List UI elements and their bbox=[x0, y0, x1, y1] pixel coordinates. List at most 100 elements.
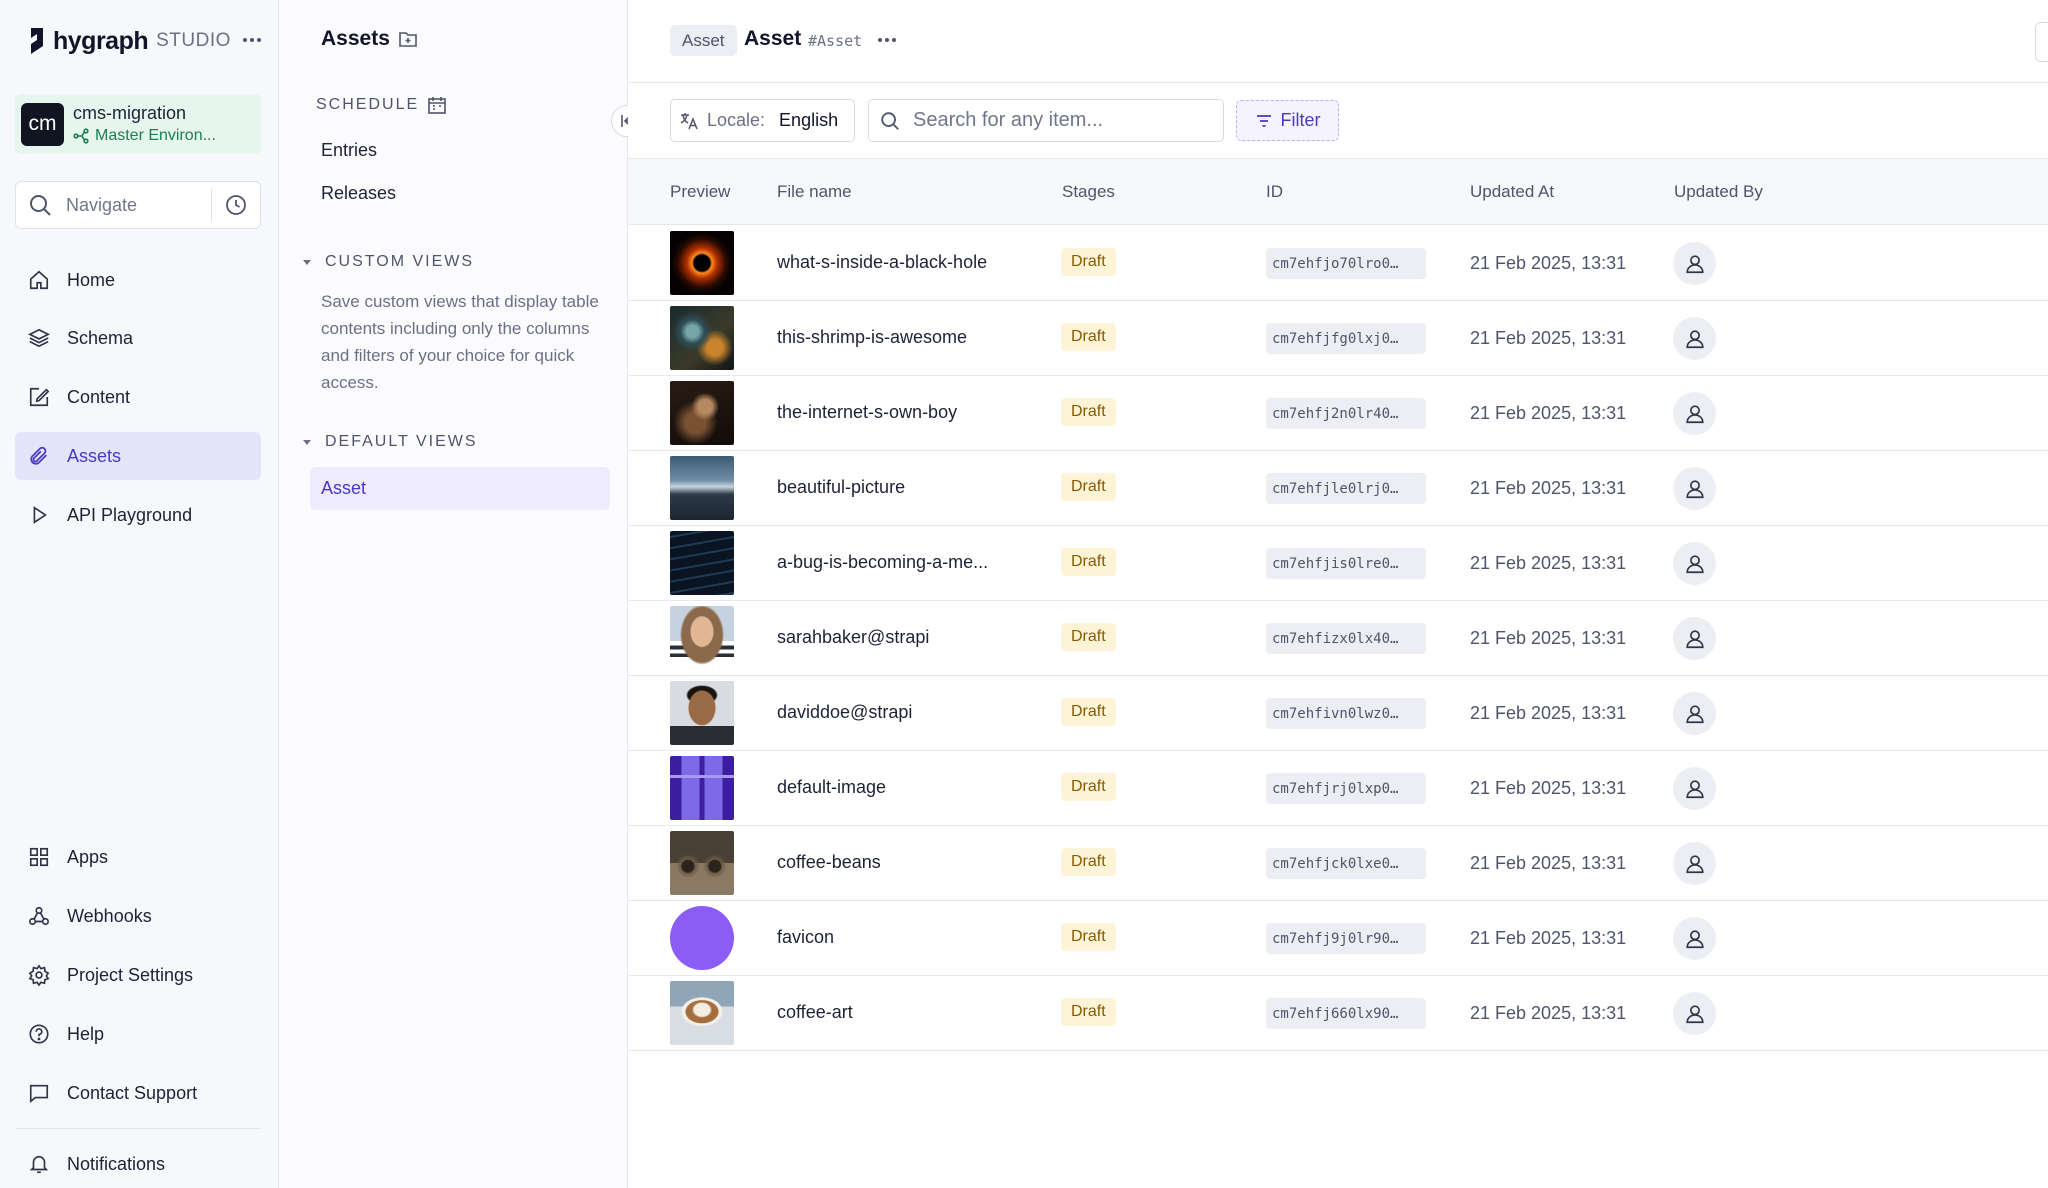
nav-label: Notifications bbox=[67, 1153, 166, 1174]
column-header-file-name[interactable]: File name bbox=[777, 182, 852, 202]
asset-id[interactable]: cm7ehfjrj0lxp0… bbox=[1266, 773, 1426, 804]
table-row[interactable]: sarahbaker@strapi Draft cm7ehfizx0lx40… … bbox=[628, 601, 2048, 676]
column-header-preview[interactable]: Preview bbox=[670, 182, 730, 202]
schedule-link-entries[interactable]: Entries bbox=[321, 140, 377, 161]
nav-item-assets[interactable]: Assets bbox=[15, 432, 261, 480]
nav-item-project-settings[interactable]: Project Settings bbox=[15, 951, 261, 999]
header-action-button[interactable] bbox=[2035, 22, 2048, 62]
paperclip-icon bbox=[27, 444, 51, 468]
stage-badge: Draft bbox=[1061, 398, 1116, 426]
main-content: Asset Asset #Asset Locale: English Filte… bbox=[628, 0, 2048, 1188]
nav-item-help[interactable]: Help bbox=[15, 1010, 261, 1058]
default-views-heading[interactable]: DEFAULT VIEWS bbox=[303, 433, 478, 451]
nav-item-content[interactable]: Content bbox=[15, 373, 261, 421]
nav-item-schema[interactable]: Schema bbox=[15, 314, 261, 362]
logo-text: hygraph bbox=[53, 26, 149, 55]
nav-item-notifications[interactable]: Notifications bbox=[15, 1140, 261, 1188]
schedule-link-releases[interactable]: Releases bbox=[321, 183, 396, 204]
nav-item-webhooks[interactable]: Webhooks bbox=[15, 892, 261, 940]
table-row[interactable]: default-image Draft cm7ehfjrj0lxp0… 21 F… bbox=[628, 751, 2048, 826]
hygraph-logo[interactable]: hygraph STUDIO bbox=[27, 24, 231, 58]
file-name: favicon bbox=[777, 927, 835, 947]
asset-id[interactable]: cm7ehfjfg0lxj0… bbox=[1266, 323, 1426, 354]
hygraph-logo-icon bbox=[31, 28, 43, 54]
asset-id[interactable]: cm7ehfjis0lre0… bbox=[1266, 548, 1426, 579]
table-row[interactable]: the-internet-s-own-boy Draft cm7ehfj2n0l… bbox=[628, 376, 2048, 451]
asset-id[interactable]: cm7ehfjle0lrj0… bbox=[1266, 473, 1426, 504]
default-view-asset[interactable]: Asset bbox=[310, 467, 610, 510]
column-header-updated-at[interactable]: Updated At bbox=[1470, 182, 1554, 202]
nav-label: Home bbox=[67, 269, 116, 290]
schedule-heading: SCHEDULE bbox=[316, 95, 447, 115]
asset-id[interactable]: cm7ehfj2n0lr40… bbox=[1266, 398, 1426, 429]
translate-icon bbox=[680, 112, 698, 129]
search-input[interactable] bbox=[913, 109, 1213, 132]
updated-at: 21 Feb 2025, 13:31 bbox=[1470, 628, 1627, 648]
edit-icon bbox=[27, 385, 51, 409]
user-avatar bbox=[1673, 767, 1716, 810]
stage-badge: Draft bbox=[1061, 473, 1116, 501]
filter-label: Filter bbox=[1280, 110, 1321, 130]
asset-id[interactable]: cm7ehfjo70lro0… bbox=[1266, 248, 1426, 279]
add-folder-icon[interactable] bbox=[398, 29, 418, 49]
asset-id[interactable]: cm7ehfivn0lwz0… bbox=[1266, 698, 1426, 729]
history-icon[interactable] bbox=[212, 182, 260, 228]
nav-label: Assets bbox=[67, 445, 122, 466]
table-row[interactable]: daviddoe@strapi Draft cm7ehfivn0lwz0… 21… bbox=[628, 676, 2048, 751]
asset-thumbnail bbox=[670, 906, 734, 970]
table-row[interactable]: coffee-beans Draft cm7ehfjck0lxe0… 21 Fe… bbox=[628, 826, 2048, 901]
column-header-updated-by[interactable]: Updated By bbox=[1674, 182, 1763, 202]
table-row[interactable]: what-s-inside-a-black-hole Draft cm7ehfj… bbox=[628, 226, 2048, 301]
nav-item-contact-support[interactable]: Contact Support bbox=[15, 1069, 261, 1117]
table-header: Preview File name Stages ID Updated At U… bbox=[628, 159, 2048, 225]
nav-item-api-playground[interactable]: API Playground bbox=[15, 491, 261, 539]
asset-thumbnail bbox=[670, 231, 734, 295]
asset-id[interactable]: cm7ehfj9j0lr90… bbox=[1266, 923, 1426, 954]
navigate-search[interactable]: Navigate bbox=[15, 181, 261, 229]
chevron-down-icon bbox=[303, 259, 311, 265]
custom-views-heading-label: CUSTOM VIEWS bbox=[325, 253, 475, 270]
column-header-stages[interactable]: Stages bbox=[1062, 182, 1115, 202]
asset-id[interactable]: cm7ehfizx0lx40… bbox=[1266, 623, 1426, 654]
asset-thumbnail bbox=[670, 981, 734, 1045]
nav-label: API Playground bbox=[67, 504, 193, 525]
nav-item-home[interactable]: Home bbox=[15, 256, 261, 304]
locale-selector[interactable]: Locale: English bbox=[670, 99, 855, 142]
updated-at: 21 Feb 2025, 13:31 bbox=[1470, 478, 1627, 498]
gear-icon bbox=[27, 963, 51, 987]
layers-icon bbox=[27, 326, 51, 350]
asset-thumbnail bbox=[670, 831, 734, 895]
table-row[interactable]: favicon Draft cm7ehfj9j0lr90… 21 Feb 202… bbox=[628, 901, 2048, 976]
table-row[interactable]: this-shrimp-is-awesome Draft cm7ehfjfg0l… bbox=[628, 301, 2048, 376]
stage-badge: Draft bbox=[1061, 848, 1116, 876]
search-box bbox=[868, 99, 1224, 142]
updated-at: 21 Feb 2025, 13:31 bbox=[1470, 928, 1627, 948]
stage-badge: Draft bbox=[1061, 548, 1116, 576]
user-icon bbox=[1685, 329, 1704, 348]
file-name: this-shrimp-is-awesome bbox=[777, 327, 968, 347]
asset-id[interactable]: cm7ehfj660lx90… bbox=[1266, 998, 1426, 1029]
updated-at: 21 Feb 2025, 13:31 bbox=[1470, 1003, 1627, 1023]
asset-id[interactable]: cm7ehfjck0lxe0… bbox=[1266, 848, 1426, 879]
updated-at: 21 Feb 2025, 13:31 bbox=[1470, 778, 1627, 798]
filter-button[interactable]: Filter bbox=[1236, 100, 1339, 141]
custom-views-heading[interactable]: CUSTOM VIEWS bbox=[303, 253, 474, 271]
more-icon[interactable] bbox=[240, 28, 264, 52]
column-header-id[interactable]: ID bbox=[1266, 182, 1283, 202]
table-row[interactable]: coffee-art Draft cm7ehfj660lx90… 21 Feb … bbox=[628, 976, 2048, 1051]
bell-icon bbox=[27, 1152, 51, 1176]
calendar-icon[interactable] bbox=[427, 95, 447, 115]
search-icon bbox=[30, 195, 51, 216]
model-type-badge: Asset bbox=[670, 25, 737, 56]
nav-item-apps[interactable]: Apps bbox=[15, 833, 261, 881]
chevron-down-icon bbox=[303, 439, 311, 445]
table-row[interactable]: beautiful-picture Draft cm7ehfjle0lrj0… … bbox=[628, 451, 2048, 526]
more-icon[interactable] bbox=[878, 28, 896, 52]
project-switcher[interactable]: cm cms-migration Master Environ... bbox=[15, 94, 261, 154]
table-row[interactable]: a-bug-is-becoming-a-me... Draft cm7ehfji… bbox=[628, 526, 2048, 601]
environment-label: Master Environ... bbox=[73, 127, 216, 145]
page-title: Asset bbox=[744, 27, 802, 50]
locale-label: Locale: bbox=[707, 110, 766, 130]
user-avatar bbox=[1673, 317, 1716, 360]
asset-thumbnail bbox=[670, 456, 734, 520]
